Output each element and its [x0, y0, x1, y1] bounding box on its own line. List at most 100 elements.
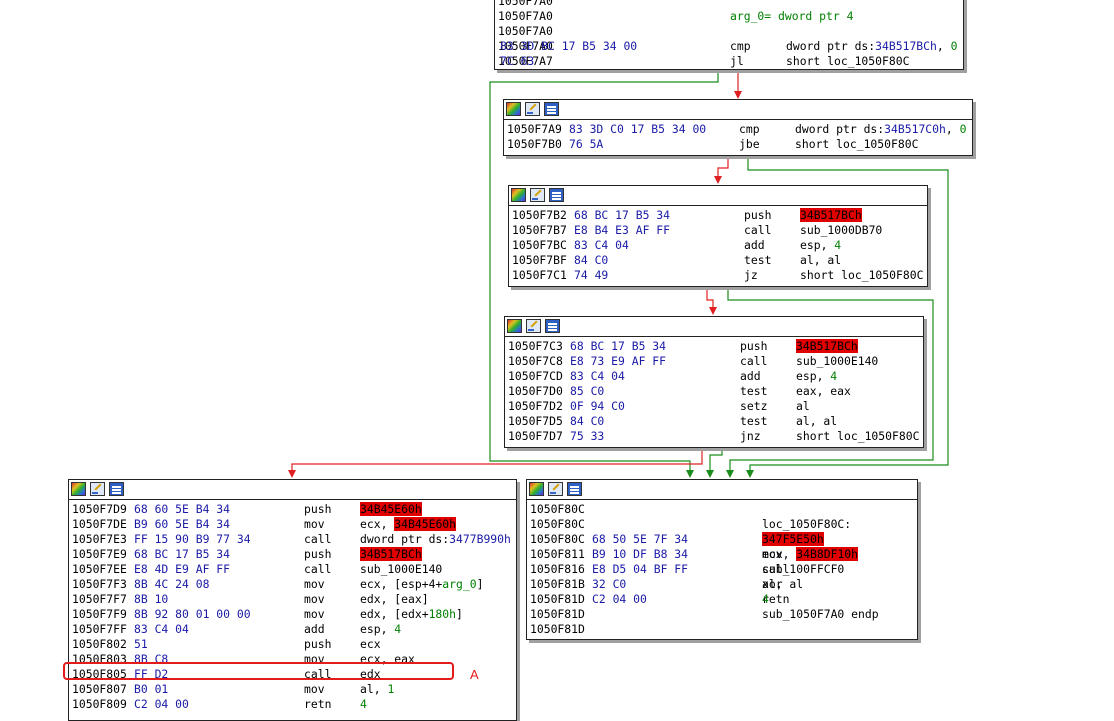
operands: ecx, 34B45E60h	[360, 517, 457, 532]
graph-view-icon[interactable]	[71, 482, 86, 496]
instruction-row[interactable]: 1050F81B 32 C0 xor al, al	[529, 577, 917, 592]
operand-part: ecx, [esp+4+	[360, 577, 443, 591]
instruction-row[interactable]: 1050F7CD 83 C4 04 add esp, 4	[507, 369, 923, 384]
code-block-1050f7b2[interactable]: 1050F7B2 68 BC 17 B5 34 push 34B517BCh 1050F…	[508, 185, 928, 287]
xref-list-icon[interactable]	[567, 482, 582, 496]
instruction-row[interactable]: 1050F816 E8 D5 04 BF FF call sub_100FFCF0	[529, 562, 917, 577]
instruction-row[interactable]: 1050F7EE E8 4D E9 AF FF call sub_1000E140	[71, 562, 516, 577]
instruction-row[interactable]: 1050F7D2 0F 94 C0 setz al	[507, 399, 923, 414]
instruction-row[interactable]: 1050F80C68 50 5E 7F 34push347F5E50h	[529, 532, 917, 547]
arrowhead-true-4	[746, 470, 754, 478]
mnemonic: jl	[730, 54, 744, 68]
highlighted-operand[interactable]: 34B517BCh	[360, 547, 422, 561]
code-block-1050f7c3[interactable]: 1050F7C3 68 BC 17 B5 34 push 34B517BCh 1050F…	[504, 316, 924, 448]
operand-part: short loc_1050F80C	[786, 54, 910, 68]
instruction-row[interactable]: 1050F7F9 8B 92 80 01 00 00 mov edx, [edx+18…	[71, 607, 516, 622]
instruction-row[interactable]: 1050F7F7 8B 10 mov edx, [eax]	[71, 592, 516, 607]
instruction-row[interactable]: 1050F7E9 68 BC 17 B5 34 push 34B517BCh	[71, 547, 516, 562]
opcode-bytes: 68 50 5E 7F 34	[592, 532, 689, 546]
opcode-bytes: 75 33	[570, 429, 605, 443]
instruction-row[interactable]: 1050F7A0	[497, 24, 963, 39]
instruction-row[interactable]: 1050F7A0	[497, 0, 963, 9]
edit-color-icon[interactable]	[90, 482, 105, 496]
instruction-row[interactable]: 1050F807 B0 01 mov al, 1	[71, 682, 516, 697]
edit-color-icon[interactable]	[526, 319, 541, 333]
edit-color-icon[interactable]	[530, 188, 545, 202]
graph-view-icon[interactable]	[506, 102, 521, 116]
mnemonic: call	[304, 562, 332, 576]
xref-list-icon[interactable]	[545, 319, 560, 333]
operand-part: 4	[394, 622, 402, 636]
instruction-row[interactable]: 1050F81D	[529, 622, 917, 637]
instruction-address: 1050F7D2	[508, 399, 563, 413]
instruction-row[interactable]: 1050F7C3 68 BC 17 B5 34 push 34B517BCh	[507, 339, 923, 354]
instruction-row[interactable]: 1050F81D sub_1050F7A0 endp	[529, 607, 917, 622]
instruction-row[interactable]: 1050F80C loc_1050F80C:	[529, 517, 917, 532]
xref-list-icon[interactable]	[544, 102, 559, 116]
opcode-bytes: 76 5A	[569, 137, 604, 151]
highlighted-operand[interactable]: 34B517BCh	[796, 339, 858, 353]
instruction-row[interactable]: 1050F7D9 68 60 5E B4 34 push 34B45E60h	[71, 502, 516, 517]
instruction-row[interactable]: 1050F802 51 push ecx	[71, 637, 516, 652]
instruction-row[interactable]: 1050F7DE B9 60 5E B4 34 mov ecx, 34B45E60h	[71, 517, 516, 532]
code-block-1050f7a0[interactable]: 1050F7A0 1050F7A0 arg_0= dword ptr 4 1050F7…	[494, 0, 964, 70]
xref-list-icon[interactable]	[109, 482, 124, 496]
instruction-row[interactable]: 1050F811 B9 10 DF B8 34 mov ecx, 34B8DF10h	[529, 547, 917, 562]
instruction-address: 1050F7E9	[72, 547, 127, 561]
instruction-row[interactable]: 1050F7A9 83 3D C0 17 B5 34 00 cmp dword ptr…	[506, 122, 972, 137]
instruction-address: 1050F80C	[530, 532, 585, 546]
instruction-row[interactable]: 1050F7D0 85 C0 test eax, eax	[507, 384, 923, 399]
operand-part: sub_1000E140	[796, 354, 879, 368]
operand-part: sub_1000DB70	[800, 223, 883, 237]
instruction-row[interactable]: 1050F7BC 83 C4 04 add esp, 4	[511, 238, 927, 253]
instruction-address: 1050F7FF	[72, 622, 127, 636]
instruction-row[interactable]: 1050F80C	[529, 502, 917, 517]
instruction-row[interactable]: 1050F7A0 83 3D BC 17 B5 34 00 cmp dword ptr…	[497, 39, 963, 54]
instruction-address: 1050F81D	[530, 622, 585, 636]
mnemonic: call	[304, 532, 332, 546]
instruction-row[interactable]: 1050F81D C2 04 00 retn 4	[529, 592, 917, 607]
operands: al, al	[762, 577, 803, 592]
code-block-1050f7d9[interactable]: 1050F7D9 68 60 5E B4 34 push 34B45E60h 1050F…	[68, 479, 517, 721]
highlighted-operand[interactable]: 34B45E60h	[394, 517, 457, 531]
operand-part: al	[796, 399, 810, 413]
highlighted-operand[interactable]: 34B517BCh	[800, 208, 862, 222]
operand-part: ecx,	[762, 547, 797, 561]
instruction-row[interactable]: 1050F7FF 83 C4 04 add esp, 4	[71, 622, 516, 637]
instruction-address: 1050F7BC	[512, 238, 567, 252]
instruction-row[interactable]: 1050F7B0 76 5A jbe short loc_1050F80C	[506, 137, 972, 152]
mnemonic: add	[740, 369, 761, 383]
edit-color-icon[interactable]	[548, 482, 563, 496]
xref-list-icon[interactable]	[549, 188, 564, 202]
operand-part: short loc_1050F80C	[796, 429, 920, 443]
graph-view-icon[interactable]	[529, 482, 544, 496]
instruction-row[interactable]: 1050F7F3 8B 4C 24 08 mov ecx, [esp+4+arg_0]	[71, 577, 516, 592]
operand-part: sub_1050F7A0 endp	[762, 607, 879, 621]
graph-view-icon[interactable]	[507, 319, 522, 333]
instruction-row[interactable]: 1050F7A7 7C 63 jl short loc_1050F80C	[497, 54, 963, 69]
operand-part: short loc_1050F80C	[800, 268, 924, 282]
instruction-row[interactable]: 1050F7BF 84 C0 test al, al	[511, 253, 927, 268]
instruction-address: 1050F81B	[530, 577, 585, 591]
instruction-row[interactable]: 1050F7B2 68 BC 17 B5 34 push 34B517BCh	[511, 208, 927, 223]
code-block-loc-1050f80c[interactable]: 1050F80C 1050F80C loc_1050F80C: 1050F80C 68 …	[526, 479, 918, 640]
highlighted-operand[interactable]: 34B8DF10h	[796, 547, 859, 561]
mnemonic: mov	[304, 592, 325, 606]
graph-view-icon[interactable]	[511, 188, 526, 202]
instruction-row[interactable]: 1050F7D5 84 C0 test al, al	[507, 414, 923, 429]
code-block-1050f7a9[interactable]: 1050F7A9 83 3D C0 17 B5 34 00 cmp dword ptr…	[503, 99, 973, 156]
instruction-row[interactable]: 1050F7C8 E8 73 E9 AF FF call sub_1000E140	[507, 354, 923, 369]
mnemonic: call	[744, 223, 772, 237]
highlighted-operand[interactable]: 34B45E60h	[360, 502, 422, 516]
opcode-bytes: C2 04 00	[592, 592, 647, 606]
instruction-row[interactable]: 1050F7A0 arg_0= dword ptr 4	[497, 9, 963, 24]
operand-part: ecx,	[360, 517, 395, 531]
instruction-row[interactable]: 1050F7D7 75 33 jnz short loc_1050F80C	[507, 429, 923, 444]
mnemonic: push	[304, 502, 332, 516]
instruction-row[interactable]: 1050F7C1 74 49 jz short loc_1050F80C	[511, 268, 927, 283]
highlighted-operand[interactable]: 347F5E50h	[762, 532, 824, 546]
instruction-row[interactable]: 1050F7E3 FF 15 90 B9 77 34 call dword ptr d…	[71, 532, 516, 547]
instruction-row[interactable]: 1050F809 C2 04 00 retn 4	[71, 697, 516, 712]
edit-color-icon[interactable]	[525, 102, 540, 116]
instruction-row[interactable]: 1050F7B7 E8 B4 E3 AF FF call sub_1000DB70	[511, 223, 927, 238]
